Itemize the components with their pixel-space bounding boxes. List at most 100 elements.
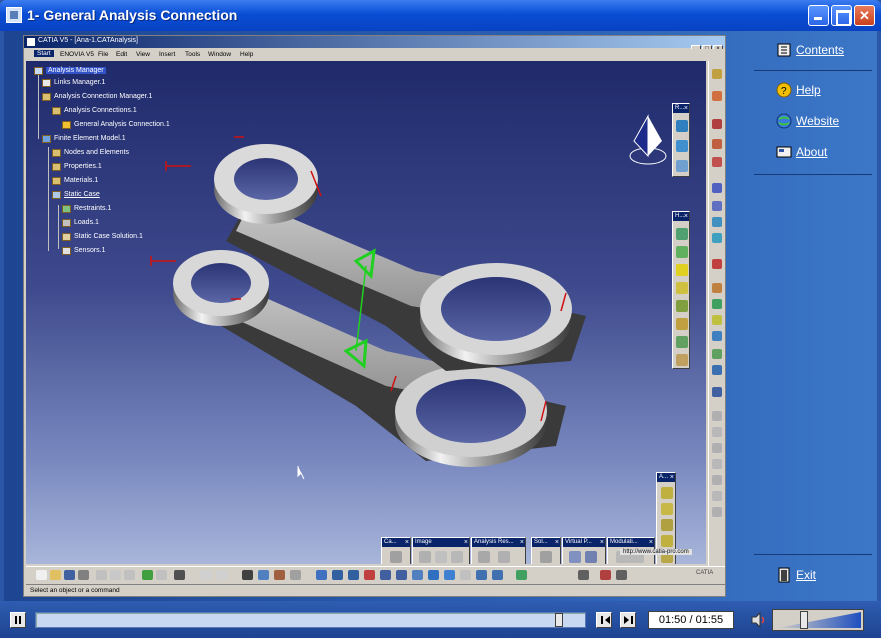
close-button[interactable]: ✕ (854, 5, 875, 26)
rotate-icon[interactable] (364, 570, 375, 580)
menu-tools[interactable]: Tools (185, 51, 200, 58)
volume-slider[interactable] (772, 609, 864, 631)
virtual-part-icon[interactable] (569, 551, 581, 563)
hide-show-icon[interactable] (460, 570, 471, 580)
knowledge-icon[interactable] (274, 570, 285, 580)
connection-icon[interactable] (661, 487, 673, 499)
paste-icon[interactable] (124, 570, 135, 580)
pause-button[interactable] (10, 612, 26, 628)
fly-icon[interactable] (316, 570, 327, 580)
displacement-icon[interactable] (676, 318, 688, 330)
menu-enovia[interactable]: ENOVIA V5 (60, 51, 94, 58)
menu-view[interactable]: View (136, 51, 150, 58)
print-icon[interactable] (78, 570, 89, 580)
previous-button[interactable] (596, 612, 612, 628)
tool-icon[interactable] (290, 570, 301, 580)
menu-file[interactable]: File (98, 51, 108, 58)
clamp-icon[interactable] (676, 120, 688, 132)
3d-viewport[interactable]: Analysis Manager Links Manager.1 Analysi… (26, 61, 706, 564)
menu-help[interactable]: Help (240, 51, 253, 58)
copy-icon[interactable] (110, 570, 121, 580)
speaker-icon[interactable] (750, 611, 768, 629)
redo-icon[interactable] (156, 570, 167, 580)
layer-icon[interactable] (516, 570, 527, 580)
iso-view-icon[interactable] (428, 570, 439, 580)
minimize-button[interactable] (808, 5, 829, 26)
comment-icon[interactable] (216, 570, 227, 580)
toolbar-icon[interactable] (712, 283, 722, 293)
open-icon[interactable] (50, 570, 61, 580)
toolbar-icon[interactable] (712, 201, 722, 211)
stop-icon[interactable] (616, 570, 627, 580)
seek-bar[interactable] (35, 612, 586, 628)
toolbar-icon[interactable] (712, 233, 722, 243)
stress-icon[interactable] (435, 551, 447, 563)
maximize-button[interactable] (831, 5, 852, 26)
toolbar-icon[interactable] (712, 157, 722, 167)
table-icon[interactable] (242, 570, 253, 580)
toolbar-icon[interactable] (712, 443, 722, 453)
toolbar-icon[interactable] (712, 331, 722, 341)
macro-icon[interactable] (578, 570, 589, 580)
toolbar-icon[interactable] (712, 217, 722, 227)
save-icon[interactable] (64, 570, 75, 580)
pan-icon[interactable] (348, 570, 359, 580)
compute-icon[interactable] (390, 551, 402, 563)
toolbar-icon[interactable] (712, 459, 722, 469)
bearing-icon[interactable] (676, 300, 688, 312)
menu-start[interactable]: Start (34, 50, 54, 57)
menu-insert[interactable]: Insert (159, 51, 175, 58)
formula-icon[interactable] (200, 570, 211, 580)
deformation-icon[interactable] (419, 551, 431, 563)
menu-window[interactable]: Window (208, 51, 231, 58)
animate-icon[interactable] (478, 551, 490, 563)
pressure-icon[interactable] (676, 246, 688, 258)
catalog-icon[interactable] (258, 570, 269, 580)
menu-edit[interactable]: Edit (116, 51, 127, 58)
displacement-image-icon[interactable] (451, 551, 463, 563)
temperature-icon[interactable] (676, 354, 688, 366)
shading-icon[interactable] (444, 570, 455, 580)
zoom-in-icon[interactable] (380, 570, 391, 580)
whats-this-icon[interactable] (174, 570, 185, 580)
toolbar-icon[interactable] (712, 411, 722, 421)
undo-icon[interactable] (142, 570, 153, 580)
cut-plane-icon[interactable] (498, 551, 510, 563)
toolbar-icon[interactable] (712, 387, 722, 397)
toolbar-icon[interactable] (712, 69, 722, 79)
toolbar-icon[interactable] (712, 365, 722, 375)
iso-icon[interactable] (676, 160, 688, 172)
next-button[interactable] (620, 612, 636, 628)
load-icon[interactable] (676, 228, 688, 240)
connecting-rod-model[interactable] (26, 61, 706, 564)
swap-icon[interactable] (476, 570, 487, 580)
toolbar-icon[interactable] (712, 183, 722, 193)
force-icon[interactable] (676, 264, 688, 276)
toolbar-icon[interactable] (712, 139, 722, 149)
solver-icon[interactable] (540, 551, 552, 563)
volume-thumb[interactable] (800, 611, 808, 629)
multi-view-icon[interactable] (492, 570, 503, 580)
seek-thumb[interactable] (555, 613, 563, 627)
connection-icon[interactable] (661, 535, 673, 547)
connection-icon[interactable] (661, 519, 673, 531)
toolbar-icon[interactable] (712, 349, 722, 359)
slider-icon[interactable] (676, 140, 688, 152)
toolbar-icon[interactable] (712, 259, 722, 269)
toolbar-icon[interactable] (712, 91, 722, 101)
zoom-out-icon[interactable] (396, 570, 407, 580)
cut-icon[interactable] (96, 570, 107, 580)
fit-all-icon[interactable] (332, 570, 343, 580)
moment-icon[interactable] (676, 282, 688, 294)
connection-icon[interactable] (661, 503, 673, 515)
toolbar-icon[interactable] (712, 475, 722, 485)
acceleration-icon[interactable] (676, 336, 688, 348)
compass-icon[interactable] (629, 114, 667, 165)
toolbar-icon[interactable] (712, 299, 722, 309)
normal-view-icon[interactable] (412, 570, 423, 580)
toolbar-icon[interactable] (712, 119, 722, 129)
toolbar-icon[interactable] (712, 315, 722, 325)
toolbar-icon[interactable] (712, 491, 722, 501)
toolbar-icon[interactable] (712, 507, 722, 517)
record-icon[interactable] (600, 570, 611, 580)
